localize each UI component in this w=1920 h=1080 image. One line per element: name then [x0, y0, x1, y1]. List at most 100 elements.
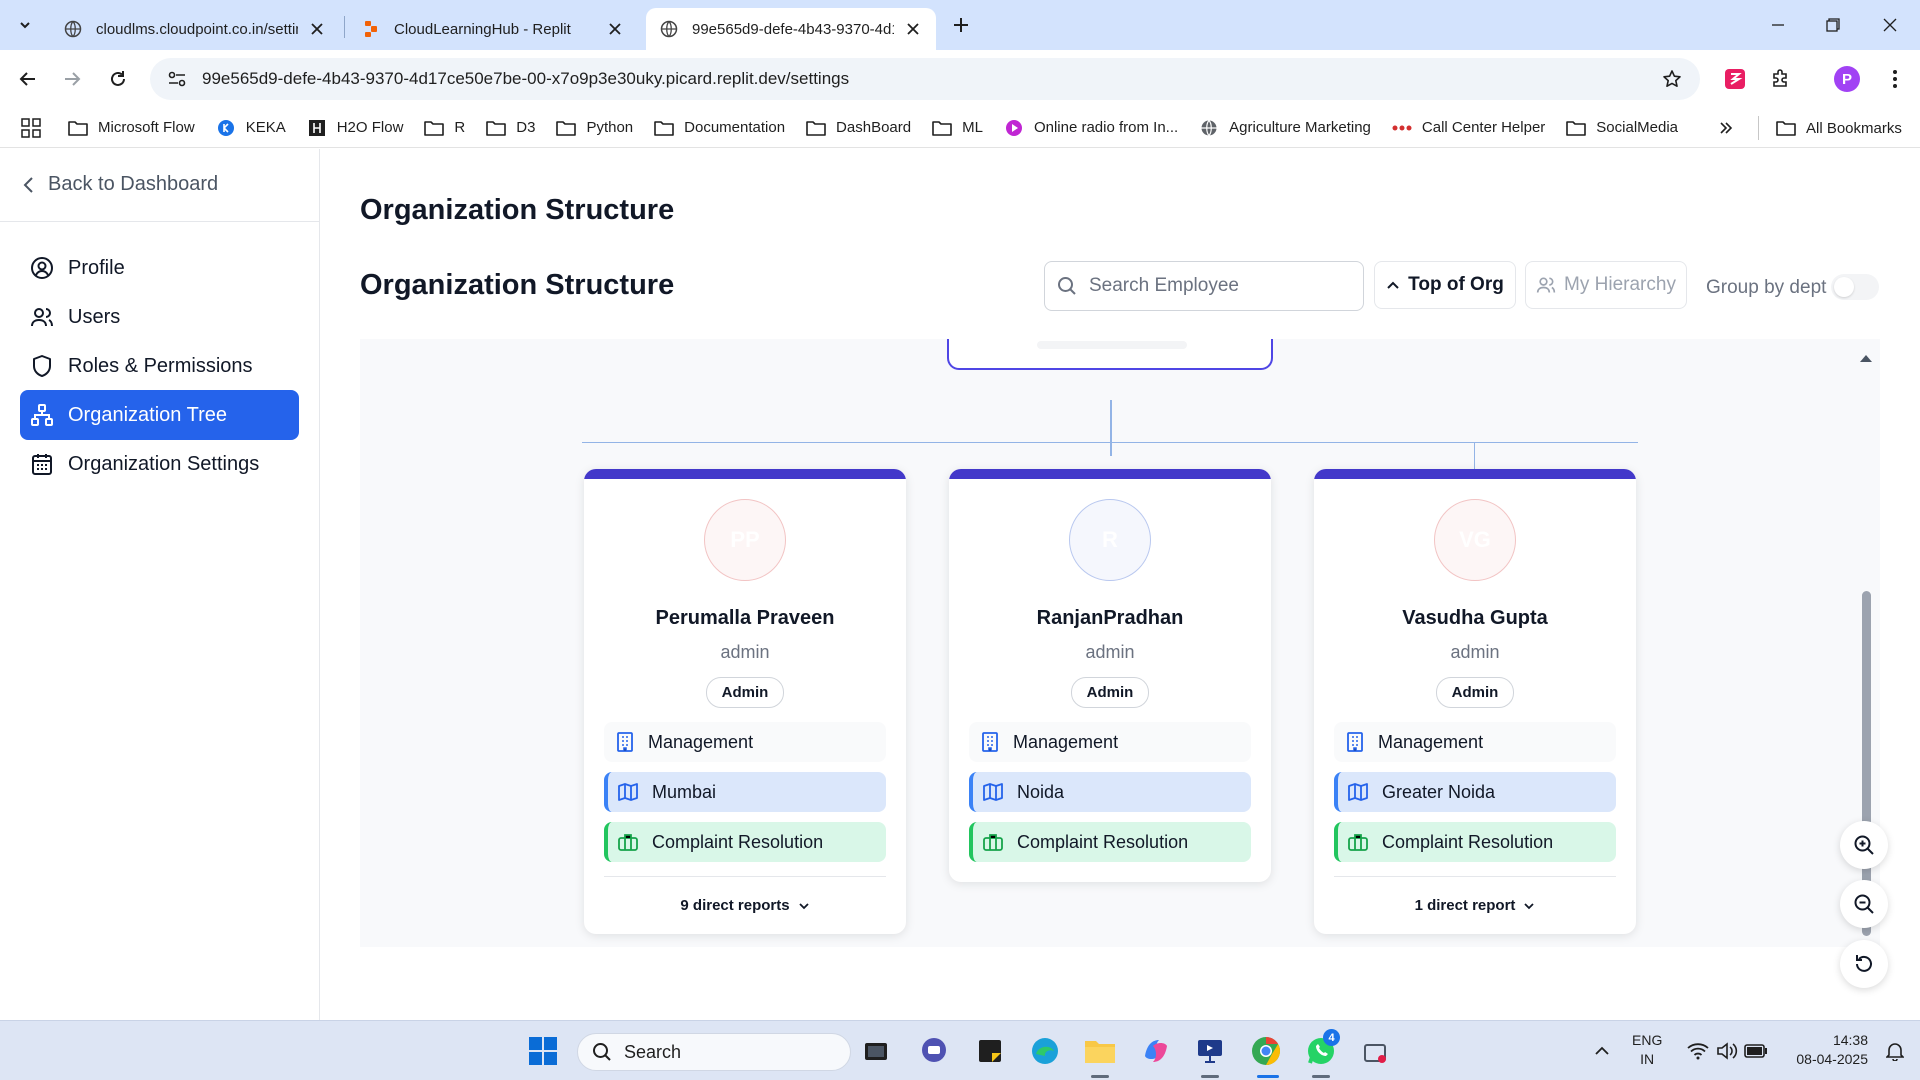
active-app-indicator [1091, 1075, 1109, 1078]
notifications-button[interactable] [1877, 1033, 1913, 1069]
bookmark-item[interactable]: Microsoft Flow [68, 119, 195, 137]
close-window-button[interactable] [1868, 10, 1912, 40]
team-label: Complaint Resolution [1382, 831, 1554, 852]
apps-grid-icon[interactable] [20, 117, 42, 139]
direct-reports-toggle[interactable]: 1 direct report [1334, 876, 1616, 934]
browser-menu-button[interactable] [1880, 64, 1910, 94]
all-bookmarks-button[interactable]: All Bookmarks [1776, 108, 1902, 148]
teams-chat-button[interactable] [916, 1033, 952, 1069]
bookmark-item[interactable]: DashBoard [806, 119, 911, 137]
folder-icon [1085, 1041, 1115, 1063]
show-hidden-icons-button[interactable] [1584, 1033, 1620, 1069]
back-to-dashboard-link[interactable]: Back to Dashboard [22, 173, 218, 196]
start-button[interactable] [525, 1033, 561, 1069]
org-chart-canvas[interactable]: PP Perumalla Praveen admin Admin Managem… [360, 339, 1880, 947]
bookmark-item[interactable]: ML [932, 119, 983, 137]
sidebar-item-profile[interactable]: Profile [20, 243, 299, 293]
search-employee-input[interactable] [1089, 275, 1349, 297]
parent-employee-card[interactable] [947, 339, 1273, 370]
toggle-knob [1834, 277, 1854, 297]
bookmark-star-icon[interactable] [1660, 67, 1684, 91]
edge-icon [1032, 1038, 1058, 1064]
remote-desktop-icon [1198, 1040, 1222, 1063]
browser-tab-active[interactable]: 99e565d9-defe-4b43-9370-4d1 [646, 8, 936, 50]
edge-button[interactable] [1027, 1033, 1063, 1069]
building-icon [617, 732, 633, 752]
task-view-button[interactable] [858, 1033, 894, 1069]
extensions-menu-button[interactable] [1766, 64, 1796, 94]
more-bookmarks-chevron-icon[interactable] [1714, 118, 1738, 138]
back-button[interactable] [13, 64, 43, 94]
bookmark-item[interactable]: SocialMedia [1566, 119, 1678, 137]
address-bar[interactable]: 99e565d9-defe-4b43-9370-4d17ce50e7be-00-… [150, 58, 1700, 100]
extension-button[interactable] [1720, 64, 1750, 94]
close-tab-icon[interactable] [904, 20, 922, 38]
reset-zoom-button[interactable] [1840, 940, 1888, 988]
bookmark-label: Documentation [684, 119, 786, 136]
bookmark-item[interactable]: R [424, 119, 465, 137]
location-row: Noida [969, 772, 1251, 812]
page-title: Organization Structure [360, 194, 675, 226]
snipping-tool-button[interactable] [1358, 1033, 1394, 1069]
profile-avatar: P [1834, 66, 1860, 92]
bookmark-item[interactable]: KEKA [216, 119, 286, 137]
my-hierarchy-button[interactable]: My Hierarchy [1525, 261, 1687, 309]
scroll-up-arrow-icon[interactable] [1859, 351, 1873, 365]
browser-tab[interactable]: CloudLearningHub - Replit [348, 8, 638, 50]
zoom-in-button[interactable] [1840, 821, 1888, 869]
bookmark-item[interactable]: H2O Flow [307, 119, 403, 137]
sidebar-item-users[interactable]: Users [20, 292, 299, 342]
sidebar-item-organization-settings[interactable]: Organization Settings [20, 439, 299, 489]
bookmark-item[interactable]: Python [556, 119, 633, 137]
language-indicator[interactable]: ENG IN [1632, 1031, 1662, 1069]
folder-icon [424, 119, 445, 137]
restore-button[interactable] [1811, 10, 1855, 40]
minimize-button[interactable] [1756, 10, 1800, 40]
role-badge: Admin [1435, 677, 1515, 708]
zoom-in-icon [1854, 835, 1874, 855]
employee-card[interactable]: PP Perumalla Praveen admin Admin Managem… [584, 469, 906, 934]
top-of-org-button[interactable]: Top of Org [1374, 261, 1516, 309]
profile-button[interactable]: P [1832, 64, 1862, 94]
replit-icon [362, 20, 380, 38]
bookmark-label: Agriculture Marketing [1229, 119, 1371, 136]
chat-icon [922, 1038, 946, 1062]
employee-search[interactable] [1044, 261, 1364, 311]
site-settings-icon[interactable] [166, 68, 188, 90]
sidebar-item-organization-tree[interactable]: Organization Tree [20, 390, 299, 440]
employee-card[interactable]: VG Vasudha Gupta admin Admin Management … [1314, 469, 1636, 934]
system-clock[interactable]: 14:38 08-04-2025 [1786, 1031, 1868, 1069]
bookmark-item[interactable]: Online radio from In... [1004, 119, 1178, 137]
remote-desktop-button[interactable] [1192, 1033, 1228, 1069]
sidebar-item-label: Roles & Permissions [68, 354, 253, 377]
tab-search-button[interactable] [12, 12, 38, 38]
zoom-out-button[interactable] [1840, 880, 1888, 928]
card-accent-bar [949, 469, 1271, 479]
sticky-notes-button[interactable] [972, 1033, 1008, 1069]
reload-button[interactable] [103, 64, 133, 94]
location-label: Noida [1017, 781, 1065, 802]
browser-tab[interactable]: cloudlms.cloudpoint.co.in/settin [50, 8, 340, 50]
close-tab-icon[interactable] [606, 20, 624, 38]
search-icon [1058, 277, 1076, 295]
dots-icon [1392, 119, 1412, 137]
bookmark-item[interactable]: Agriculture Marketing [1199, 119, 1371, 137]
close-tab-icon[interactable] [308, 20, 326, 38]
battery-button[interactable] [1738, 1033, 1774, 1069]
group-by-dept-toggle[interactable] [1831, 274, 1879, 300]
globe-icon [660, 20, 678, 38]
file-explorer-button[interactable] [1082, 1033, 1118, 1069]
chrome-button[interactable] [1248, 1033, 1284, 1069]
bookmark-item[interactable]: Documentation [654, 119, 785, 137]
bookmark-item[interactable]: Call Center Helper [1392, 119, 1545, 137]
forward-button[interactable] [57, 64, 87, 94]
new-tab-button[interactable] [948, 12, 974, 38]
bookmark-item[interactable]: D3 [486, 119, 535, 137]
employee-card[interactable]: R RanjanPradhan admin Admin Management N… [949, 469, 1271, 882]
sidebar-item-roles[interactable]: Roles & Permissions [20, 341, 299, 391]
direct-reports-toggle[interactable]: 9 direct reports [604, 876, 886, 934]
folder-icon [806, 119, 826, 137]
copilot-button[interactable] [1138, 1033, 1174, 1069]
employee-role: admin [720, 642, 770, 662]
taskbar-search[interactable]: Search [577, 1033, 851, 1071]
